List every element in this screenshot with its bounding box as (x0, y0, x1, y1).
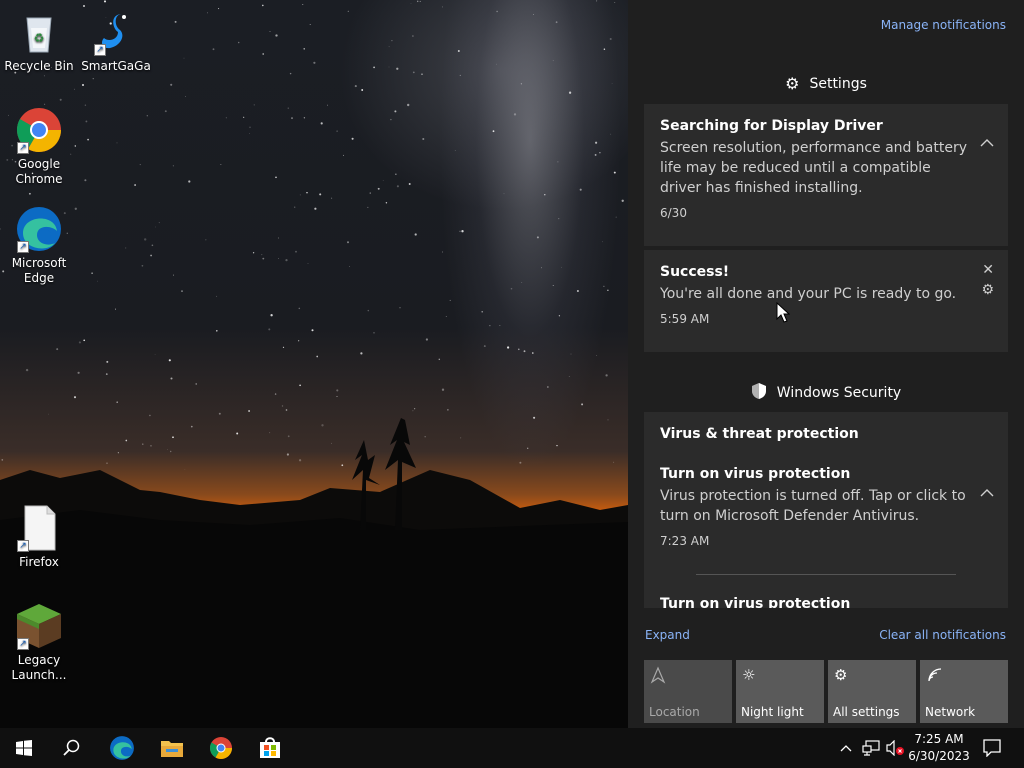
shield-icon (751, 382, 767, 404)
gear-icon: ⚙ (834, 666, 848, 684)
chevron-up-icon (840, 745, 852, 752)
action-center-panel: Manage notifications ⚙ Settings Searchin… (628, 0, 1024, 728)
clock-date: 6/30/2023 (908, 749, 970, 763)
quick-action-label: Location (649, 705, 700, 719)
desktop-icon-recycle-bin[interactable]: ♻ Recycle Bin (1, 8, 77, 74)
swan-icon: ↗ (92, 8, 140, 56)
notification-title: Turn on virus protection (660, 466, 851, 482)
desktop-icon-label: SmartGaGa (81, 59, 151, 73)
minecraft-block-icon: ↗ (15, 602, 63, 650)
notification-divider (696, 574, 956, 575)
desktop-icon-label: Google Chrome (15, 157, 63, 186)
notification-time: 7:23 AM (660, 534, 710, 548)
gear-icon: ⚙ (785, 74, 800, 93)
notification-icon (983, 739, 1001, 757)
desktop-icon-label: Firefox (19, 555, 59, 569)
chevron-up-icon[interactable] (980, 486, 994, 502)
svg-text:♻: ♻ (34, 31, 45, 45)
desktop-icon-label: Recycle Bin (4, 59, 74, 73)
group-title: Settings (809, 75, 867, 92)
network-icon (926, 666, 1002, 688)
blank-file-icon: ↗ (15, 504, 63, 552)
group-title: Windows Security (776, 385, 902, 401)
notification-body: Virus protection is turned off. Tap or c… (660, 488, 966, 524)
location-icon (650, 666, 726, 688)
chevron-up-icon[interactable] (980, 136, 994, 152)
desktop-icon-google-chrome[interactable]: ↗ Google Chrome (1, 106, 77, 187)
taskbar-microsoft-store[interactable] (246, 728, 294, 768)
gear-icon[interactable]: ⚙ (981, 282, 994, 298)
notification-body: Screen resolution, performance and batte… (660, 140, 967, 196)
search-button[interactable] (48, 728, 96, 768)
quick-action-location[interactable]: Location (644, 660, 732, 723)
start-button[interactable] (0, 728, 48, 768)
ethernet-icon (862, 740, 880, 756)
taskbar: 7:25 AM 6/30/2023 (0, 728, 1024, 768)
chrome-icon: ↗ (15, 106, 63, 154)
desktop-icon-microsoft-edge[interactable]: ↗ Microsoft Edge (1, 205, 77, 286)
notification-title: Searching for Display Driver (660, 118, 883, 134)
desktop-icon-smartgaga[interactable]: ↗ SmartGaGa (78, 8, 154, 74)
quick-action-network[interactable]: Network (920, 660, 1008, 723)
quick-action-label: Night light (741, 705, 804, 719)
chrome-icon (209, 737, 232, 759)
notification-title: Success! (660, 264, 730, 280)
notification-card-stack[interactable]: Virus & threat protection Turn on virus … (644, 412, 1008, 608)
edge-icon (110, 736, 134, 760)
notification-subheading: Virus & threat protection (660, 426, 859, 442)
taskbar-clock[interactable]: 7:25 AM 6/30/2023 (906, 731, 972, 765)
taskbar-edge[interactable] (98, 728, 146, 768)
desktop[interactable]: ♻ Recycle Bin ↗ SmartGaGa ↗ Google Chrom… (0, 0, 628, 728)
notification-card[interactable]: Success! You're all done and your PC is … (644, 250, 1008, 352)
clear-all-notifications-link[interactable]: Clear all notifications (879, 628, 1006, 642)
store-icon (260, 737, 280, 758)
manage-notifications-link[interactable]: Manage notifications (881, 18, 1006, 32)
clock-time: 7:25 AM (914, 732, 964, 746)
show-hidden-icons-button[interactable] (836, 728, 856, 768)
notification-card[interactable]: Searching for Display Driver Screen reso… (644, 104, 1008, 246)
desktop-icon-firefox[interactable]: ↗ Firefox (1, 504, 77, 570)
action-center-button[interactable] (978, 728, 1006, 768)
network-tray-button[interactable] (860, 728, 882, 768)
notification-time: 5:59 AM (660, 312, 710, 326)
search-icon (63, 739, 80, 756)
volume-muted-icon (886, 740, 904, 756)
notification-group-windows-security[interactable]: Windows Security (628, 382, 1024, 404)
expand-quick-actions-link[interactable]: Expand (645, 628, 690, 642)
taskbar-file-explorer[interactable] (148, 728, 196, 768)
shortcut-arrow-icon: ↗ (94, 44, 106, 56)
windows-logo-icon (16, 740, 32, 756)
notification-group-settings[interactable]: ⚙ Settings (628, 74, 1024, 93)
shortcut-arrow-icon: ↗ (17, 142, 29, 154)
quick-action-night-light[interactable]: ☼ Night light (736, 660, 824, 723)
wallpaper-mountains (0, 418, 628, 728)
volume-tray-button[interactable] (884, 728, 906, 768)
desktop-icon-legacy-launcher[interactable]: ↗ Legacy Launch... (1, 602, 77, 683)
taskbar-chrome[interactable] (197, 728, 245, 768)
shortcut-arrow-icon: ↗ (17, 638, 29, 650)
notification-body: You're all done and your PC is ready to … (660, 286, 957, 302)
notification-title: Turn on virus protection (660, 596, 851, 608)
mouse-cursor-icon (776, 302, 790, 323)
edge-icon: ↗ (15, 205, 63, 253)
shortcut-arrow-icon: ↗ (17, 241, 29, 253)
folder-icon (161, 741, 183, 757)
brightness-icon: ☼ (742, 666, 756, 684)
quick-action-label: All settings (833, 705, 900, 719)
notification-time: 6/30 (660, 206, 687, 220)
recycle-bin-icon: ♻ (15, 8, 63, 56)
shortcut-arrow-icon: ↗ (17, 540, 29, 552)
quick-action-all-settings[interactable]: ⚙ All settings (828, 660, 916, 723)
desktop-icon-label: Legacy Launch... (11, 653, 67, 682)
close-icon[interactable]: ✕ (982, 262, 994, 278)
desktop-icon-label: Microsoft Edge (11, 256, 67, 285)
quick-action-label: Network (925, 705, 976, 719)
